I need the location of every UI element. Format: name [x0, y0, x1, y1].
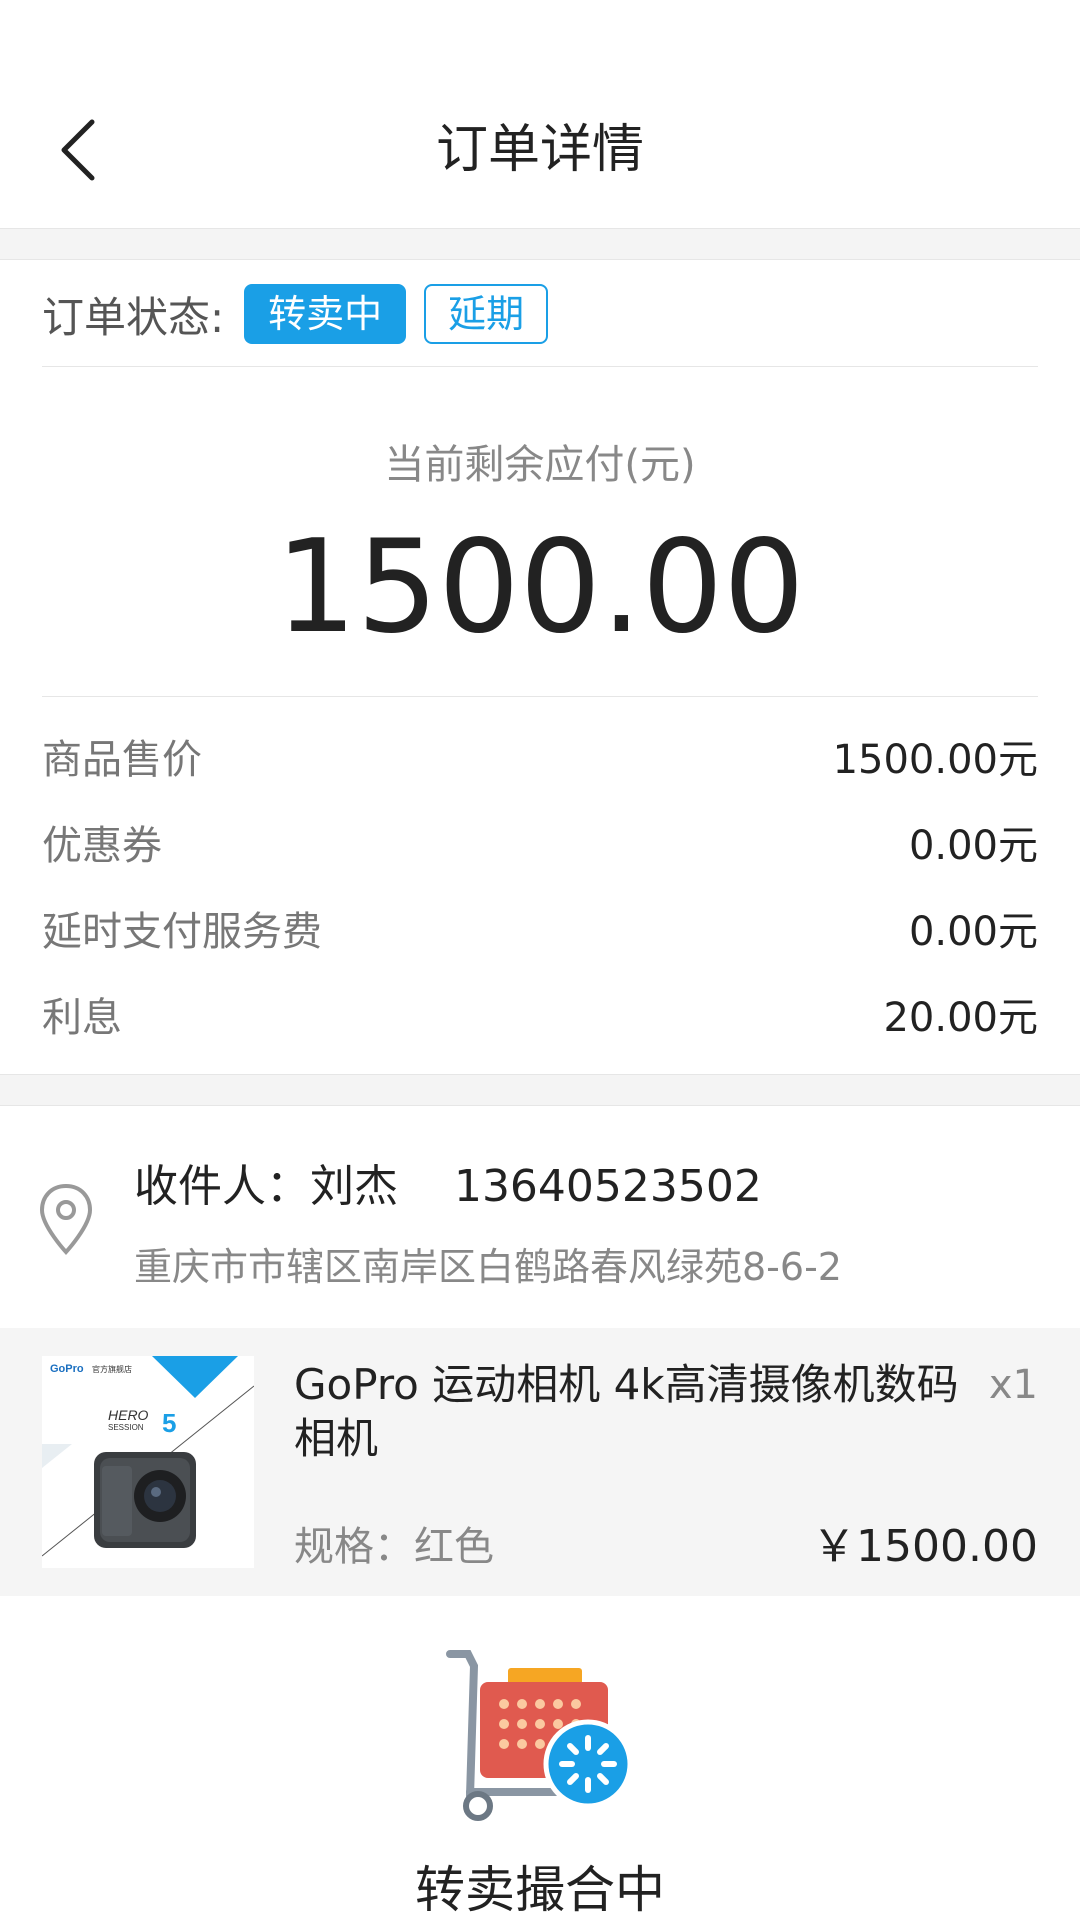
remaining-amount: 1500.00	[275, 513, 805, 662]
resale-status-caption: 转卖撮合中	[415, 1861, 665, 1919]
fee-value: 1500.00元	[832, 737, 1038, 783]
fee-row-price: 商品售价 1500.00元	[42, 726, 1038, 786]
fee-row-coupon: 优惠券 0.00元	[42, 812, 1038, 872]
product-item[interactable]: GoPro 官方旗舰店 HERO SESSION 5 GoPro 运动相机 4k…	[0, 1328, 1080, 1596]
order-status-label: 订单状态:	[42, 292, 225, 342]
product-quantity: x1	[988, 1362, 1038, 1408]
product-image-model: HERO	[108, 1407, 149, 1423]
fee-value: 20.00元	[883, 995, 1038, 1041]
status-badge-resale: 转卖中	[244, 284, 407, 344]
shopping-cart-loading-icon	[446, 1650, 633, 1821]
fee-label: 优惠券	[42, 823, 162, 869]
page-title: 订单详情	[435, 120, 644, 180]
fee-row-service: 延时支付服务费 0.00元	[42, 898, 1038, 958]
fee-value: 0.00元	[908, 823, 1038, 869]
section-gap	[0, 228, 1080, 260]
divider	[42, 696, 1038, 697]
order-status-row: 订单状态: 转卖中 延期	[42, 284, 549, 344]
product-image-store: 官方旗舰店	[92, 1364, 132, 1374]
product-name: GoPro 运动相机 4k高清摄像机数码相机	[294, 1360, 959, 1463]
fee-value: 0.00元	[908, 909, 1038, 955]
recipient-info: 收件人：刘杰 13640523502	[134, 1161, 762, 1212]
fee-label: 利息	[42, 995, 122, 1041]
fee-label: 商品售价	[42, 737, 202, 783]
section-gap	[0, 1074, 1080, 1106]
address-detail: 重庆市市辖区南岸区白鹤路春风绿苑8-6-2	[134, 1245, 842, 1289]
status-badge-delay: 延期	[424, 284, 549, 344]
header: 订单详情	[0, 0, 1080, 228]
fee-label: 延时支付服务费	[42, 909, 322, 955]
fee-row-interest: 利息 20.00元	[42, 984, 1038, 1044]
divider	[42, 366, 1038, 367]
product-price: ￥1500.00	[812, 1521, 1038, 1572]
product-image-brand: GoPro	[50, 1363, 84, 1375]
product-image-number: 5	[162, 1408, 176, 1438]
product-image-sub: SESSION	[108, 1423, 144, 1432]
order-detail-page: 订单详情 订单状态: 转卖中 延期 当前剩余应付(元) 1500.00 商品售价…	[0, 0, 1080, 1920]
product-image: GoPro 官方旗舰店 HERO SESSION 5	[42, 1356, 254, 1568]
remaining-amount-label: 当前剩余应付(元)	[384, 442, 696, 488]
product-spec: 规格：红色	[294, 1524, 494, 1570]
location-pin-icon	[39, 1183, 93, 1255]
